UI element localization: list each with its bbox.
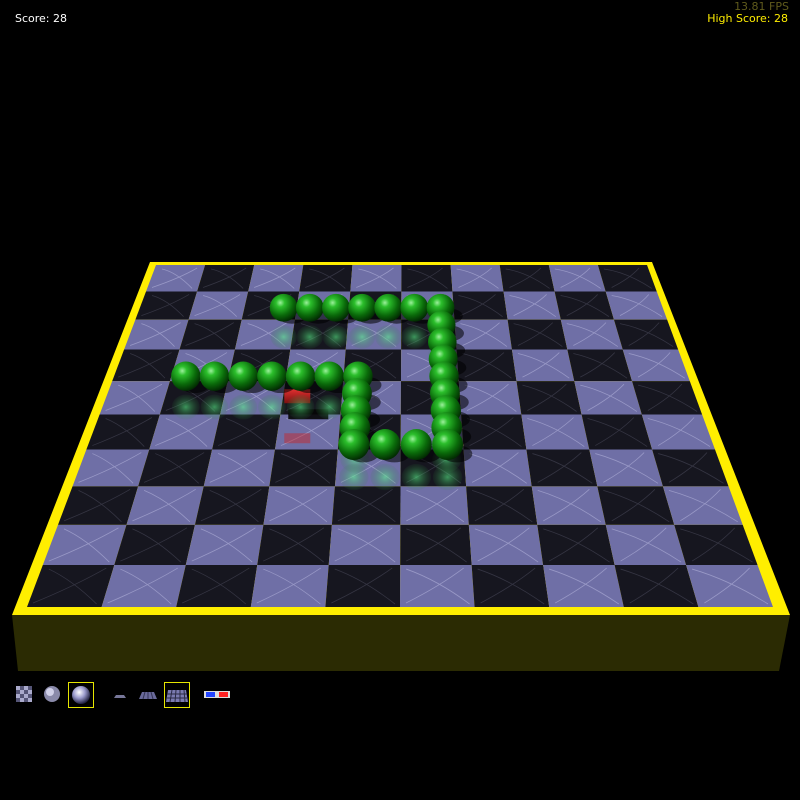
snake-segment [257,361,287,391]
quality-medium-button[interactable] [40,682,66,708]
board-small-icon [114,695,126,698]
snake-segment-reflection [315,394,344,420]
snake-segment [295,293,324,322]
high-score-label: High Score: 28 [707,12,788,25]
snake-segment-reflection [339,463,369,491]
board-tile [179,319,242,350]
snake-segment [400,429,432,461]
snake-segment-reflection [257,394,286,420]
board-tile [212,414,281,450]
snake-segment [432,429,464,461]
snake-segment-reflection [348,325,376,349]
board-tile [149,414,221,450]
3d-glasses-button[interactable] [202,682,234,708]
board-tile [114,524,195,566]
snake-segment [400,293,429,322]
board-medium-button[interactable] [136,682,162,708]
food-reflection [284,433,311,444]
board-tile [203,449,275,487]
snake-segment [171,361,201,391]
snake-segment [348,293,376,322]
snake-segment-reflection [200,394,229,420]
snake-segment-reflection [401,463,432,491]
quality-medium-icon [44,686,60,702]
snake-segment-reflection [322,325,350,349]
board-large-icon [166,689,188,703]
snake-segment-reflection [286,394,315,420]
board-tile [101,565,186,607]
snake-segment-reflection [375,325,402,349]
board-small-button[interactable] [108,682,134,708]
game-scene [12,262,790,671]
board-tile [126,486,204,525]
board-tile [185,524,264,566]
board-tile [350,265,402,292]
snake-segment-reflection [296,325,324,349]
snake-segment [228,361,258,391]
board-tile [176,565,258,607]
score-label: Score: 28 [15,12,68,25]
snake-segment-reflection [229,394,258,420]
snake-head [269,293,298,322]
snake-segment [374,293,403,322]
snake-segment-reflection [401,325,428,349]
snake-segment-reflection [171,394,200,420]
board-medium-icon [139,691,157,700]
snake-segment [338,429,370,461]
snake-segment-reflection [432,463,463,491]
snake-segment [322,293,350,322]
3d-glasses-icon [204,691,230,698]
snake-segment-reflection [270,325,297,349]
board-tile [188,291,249,320]
board-tile [248,265,304,292]
quality-low-button[interactable] [12,682,38,708]
snake-segment [199,361,230,391]
board-large-button[interactable] [164,682,190,708]
board-tile [138,449,213,487]
board-front-face [12,615,790,671]
snake-segment [369,429,401,461]
snake-segment [285,361,316,391]
board-tile [194,486,270,525]
quality-high-icon [72,686,90,704]
quality-low-icon [16,686,32,702]
quality-high-button[interactable] [68,682,94,708]
snake-segment [314,361,344,391]
snake-segment-reflection [370,463,400,491]
